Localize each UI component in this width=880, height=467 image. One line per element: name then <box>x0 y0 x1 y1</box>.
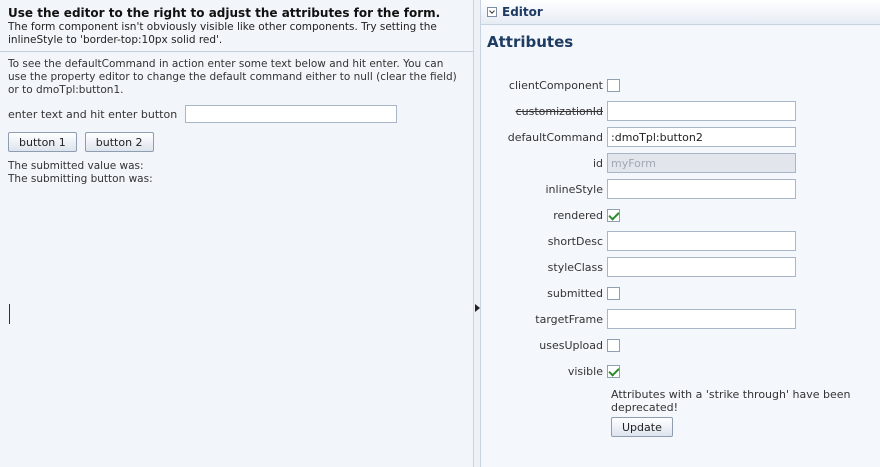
attributes-heading: Attributes <box>487 33 574 51</box>
submitting-button-label: The submitting button was: <box>8 173 153 185</box>
attribute-row-shortDesc: shortDesc <box>481 228 880 254</box>
button-2[interactable]: button 2 <box>84 132 154 152</box>
collapse-icon[interactable] <box>487 7 497 17</box>
attribute-row-clientComponent: clientComponent <box>481 72 880 98</box>
attribute-name: usesUpload <box>539 338 603 352</box>
update-button[interactable]: Update <box>611 417 673 437</box>
editor-header[interactable]: Editor <box>481 0 880 25</box>
attribute-name: submitted <box>547 286 603 300</box>
attribute-name: targetFrame <box>535 312 603 326</box>
defaultCommand-input[interactable] <box>607 127 796 147</box>
editor-panel: Editor Attributes clientComponent customi… <box>481 0 880 467</box>
demo-section: To see the defaultCommand in action ente… <box>0 52 473 192</box>
usesUpload-checkbox[interactable] <box>607 338 620 352</box>
attribute-row-targetFrame: targetFrame <box>481 306 880 332</box>
enter-text-input[interactable] <box>185 105 398 123</box>
attribute-row-rendered: rendered <box>481 202 880 228</box>
submitted-value-label: The submitted value was: <box>8 160 144 172</box>
expand-arrow-icon[interactable] <box>475 304 480 312</box>
shortDesc-input[interactable] <box>607 231 796 251</box>
attribute-row-inlineStyle: inlineStyle <box>481 176 880 202</box>
text-input-label: enter text and hit enter button <box>8 107 178 121</box>
attribute-row-defaultCommand: defaultCommand <box>481 124 880 150</box>
attribute-row-styleClass: styleClass <box>481 254 880 280</box>
demo-description: To see the defaultCommand in action ente… <box>8 58 457 96</box>
attribute-name: styleClass <box>547 260 603 274</box>
editor-title: Editor <box>502 5 543 19</box>
panel-splitter[interactable] <box>474 0 481 467</box>
clientComponent-checkbox[interactable] <box>607 78 620 92</box>
rendered-checkbox[interactable] <box>607 208 620 222</box>
customizationId-input[interactable] <box>607 101 796 121</box>
attribute-row-id: id <box>481 150 880 176</box>
scroll-marker <box>9 304 10 324</box>
attribute-name: visible <box>567 364 603 378</box>
targetFrame-input[interactable] <box>607 309 796 329</box>
id-input <box>607 153 796 173</box>
attribute-name: rendered <box>553 208 603 222</box>
inlineStyle-input[interactable] <box>607 179 796 199</box>
styleClass-input[interactable] <box>607 257 796 277</box>
deprecated-note: Attributes with a 'strike through' have … <box>611 388 851 414</box>
intro-section: Use the editor to the right to adjust th… <box>0 0 473 52</box>
intro-title: Use the editor to the right to adjust th… <box>8 6 441 20</box>
attribute-name: customizationId <box>515 104 603 118</box>
attributes-list: clientComponent customizationId defaultCom… <box>481 72 880 437</box>
attribute-row-usesUpload: usesUpload <box>481 332 880 358</box>
button-1[interactable]: button 1 <box>8 132 77 152</box>
attribute-row-visible: visible <box>481 358 880 384</box>
attribute-row-submitted: submitted <box>481 280 880 306</box>
attribute-name: shortDesc <box>547 234 603 248</box>
attribute-name: id <box>592 156 603 170</box>
visible-checkbox[interactable] <box>607 364 620 378</box>
attribute-name: defaultCommand <box>507 130 603 144</box>
attribute-name: inlineStyle <box>545 182 603 196</box>
intro-text: The form component isn't obviously visib… <box>8 21 437 46</box>
demo-panel: Use the editor to the right to adjust th… <box>0 0 474 467</box>
submitted-checkbox[interactable] <box>607 286 620 300</box>
attribute-name: clientComponent <box>508 78 603 92</box>
attribute-row-customizationId: customizationId <box>481 98 880 124</box>
